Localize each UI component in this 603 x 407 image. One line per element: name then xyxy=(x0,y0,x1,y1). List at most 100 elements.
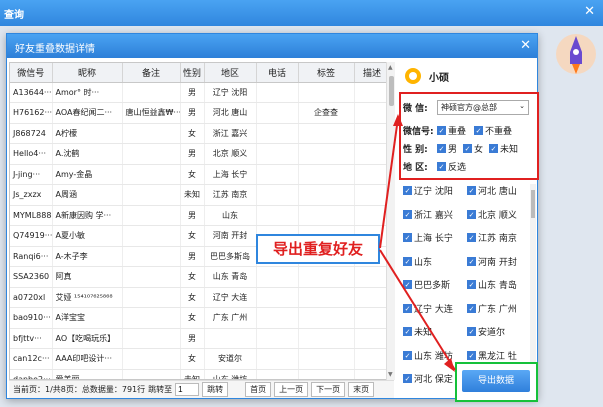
table-row[interactable]: MYML8888A新康因购 学··· 男山东 xyxy=(10,205,386,226)
table-row[interactable]: a0720xl 艾娅 ¹⁵⁴¹⁰⁷⁶²⁵⁸⁶⁸ 女辽宁 大连 xyxy=(10,287,386,308)
table-row[interactable]: Js_zxzx A周涵 未知 江苏 南京 xyxy=(10,184,386,206)
dialog-close-icon[interactable]: ✕ xyxy=(520,38,531,53)
region-checkbox[interactable]: ✓ xyxy=(403,327,412,336)
table-row[interactable]: can12c··· AAA印吧设计··· 女安道尔 xyxy=(10,348,386,370)
region-item[interactable]: ✓ 上海 长宁 xyxy=(403,231,453,244)
region-checkbox[interactable]: ✓ xyxy=(403,280,412,289)
region-label: 未知 xyxy=(414,328,433,338)
region-checkbox[interactable]: ✓ xyxy=(467,233,476,242)
first-page-button[interactable]: 首页 xyxy=(245,382,272,397)
region-item[interactable]: ✓ 黑龙江 牡 xyxy=(467,349,517,362)
region-checkbox[interactable]: ✓ xyxy=(403,374,412,383)
region-checkbox[interactable]: ✓ xyxy=(467,186,476,195)
table-row[interactable]: J-jing··· Amy-金晶 女上海 长宁 xyxy=(10,164,386,185)
table-scrollbar[interactable]: ▲ ▼ xyxy=(386,62,395,380)
region-label: 河南 开封 xyxy=(478,257,517,268)
table-cell: 艾娅 ¹⁵⁴¹⁰⁷⁶²⁵⁸⁶⁸ xyxy=(52,287,123,308)
column-header[interactable]: 地区 xyxy=(204,63,257,83)
region-checkbox[interactable]: ✓ xyxy=(467,280,476,289)
table-row[interactable]: H76162··· AOA春纪闻二··· 唐山恒益鑫₩··· 男河北 唐山 企查查 xyxy=(10,102,386,124)
region-item[interactable]: ✓ 山东 潍坊 xyxy=(403,349,453,362)
region-checkbox[interactable]: ✓ xyxy=(467,209,476,219)
table-cell xyxy=(256,328,299,349)
jump-button[interactable]: 跳转 xyxy=(202,382,229,397)
table-cell xyxy=(354,82,386,103)
region-label: 辽宁 大连 xyxy=(414,304,453,315)
export-data-button[interactable]: 导出数据 xyxy=(462,370,530,392)
region-checkbox[interactable]: ✓ xyxy=(403,209,412,219)
table-header: 微信号 昵称 备注 性别 地区 电话 标签 描述 xyxy=(10,63,386,83)
region-item[interactable]: ✓ 浙江 嘉兴 xyxy=(403,208,453,221)
region-checkbox[interactable]: ✓ xyxy=(403,233,412,242)
table-row[interactable]: bao910··· A洋宝宝 女广东 广州 xyxy=(10,307,386,329)
table-row[interactable]: J868724 A柠檬 女浙江 嘉兴 xyxy=(10,123,386,144)
table-cell: 男 xyxy=(180,328,205,349)
region-item[interactable]: ✓ 辽宁 大连 xyxy=(403,302,453,315)
next-page-button[interactable]: 下一页 xyxy=(311,382,346,397)
region-checkbox[interactable]: ✓ xyxy=(403,256,412,266)
region-checkbox[interactable]: ✓ xyxy=(467,327,476,336)
female-checkbox[interactable]: ✓ xyxy=(463,144,473,153)
column-header[interactable]: 标签 xyxy=(298,63,355,83)
column-header[interactable]: 备注 xyxy=(122,63,181,83)
table-cell xyxy=(256,307,299,329)
column-header[interactable]: 电话 xyxy=(256,63,299,83)
wechat-select[interactable]: 神硕官方@总部 ⌄ xyxy=(437,100,529,115)
region-checkbox[interactable]: ✓ xyxy=(403,303,412,313)
region-item[interactable]: ✓ 河北 保定 xyxy=(403,372,453,385)
male-checkbox[interactable]: ✓ xyxy=(437,144,446,153)
table-cell xyxy=(354,266,386,288)
region-item[interactable]: ✓ 河北 唐山 xyxy=(467,184,517,197)
table-cell: AO【吃喝玩乐】 xyxy=(52,328,123,349)
scroll-thumb[interactable] xyxy=(389,76,394,106)
overlap-checkbox[interactable]: ✓ xyxy=(437,126,446,135)
table-row[interactable]: Hello4··· A.沈鹤 男北京 顺义 xyxy=(10,143,386,165)
table-row[interactable]: A13644··· Amor° 时··· 男辽宁 沈阳 xyxy=(10,82,386,103)
region-checkbox[interactable]: ✓ xyxy=(403,186,412,195)
jump-label: 跳转至 xyxy=(148,385,173,394)
column-header[interactable]: 性别 xyxy=(180,63,205,83)
region-filter-row: 地 区: ✓ 反选 xyxy=(403,160,466,173)
table-cell xyxy=(204,328,257,349)
region-checkbox[interactable]: ✓ xyxy=(467,303,476,313)
scroll-down-icon[interactable]: ▼ xyxy=(388,371,393,378)
column-header[interactable]: 描述 xyxy=(354,63,386,83)
region-item[interactable]: ✓ 北京 顺义 xyxy=(467,208,517,221)
region-item[interactable]: ✓ 山东 xyxy=(403,255,432,268)
unknown-checkbox[interactable]: ✓ xyxy=(489,144,499,153)
overlap-label: 重叠 xyxy=(448,127,467,137)
table-cell xyxy=(256,287,299,308)
export-highlight-box: 导出数据 xyxy=(455,362,538,402)
scroll-up-icon[interactable]: ▲ xyxy=(388,64,393,71)
table-row[interactable]: danbo2··· 爱美丽 未知 山东 潍坊 xyxy=(10,369,386,379)
column-header[interactable]: 昵称 xyxy=(52,63,123,83)
table-cell: A.沈鹤 xyxy=(52,143,123,165)
region-item[interactable]: ✓ 巴巴多斯 xyxy=(403,278,450,291)
region-scroll-thumb[interactable] xyxy=(531,190,535,218)
column-header[interactable]: 微信号 xyxy=(10,63,53,83)
region-item[interactable]: ✓ 江苏 南京 xyxy=(467,231,517,244)
region-checkbox[interactable]: ✓ xyxy=(467,256,476,266)
region-checkbox[interactable]: ✓ xyxy=(403,350,412,360)
invert-checkbox[interactable]: ✓ xyxy=(437,162,446,171)
region-item[interactable]: ✓ 河南 开封 xyxy=(467,255,517,268)
region-item[interactable]: ✓ 辽宁 沈阳 xyxy=(403,184,453,197)
male-label: 男 xyxy=(448,145,458,155)
table-row[interactable]: SSA2360 阿真 女山东 青岛 xyxy=(10,266,386,288)
table-cell: 上海 长宁 xyxy=(204,164,257,185)
account-name: 小硕 xyxy=(429,72,449,84)
page-input[interactable] xyxy=(175,383,200,396)
region-label: 上海 长宁 xyxy=(414,234,453,244)
region-item[interactable]: ✓ 安道尔 xyxy=(467,325,505,338)
non-overlap-checkbox[interactable]: ✓ xyxy=(474,126,484,135)
prev-page-button[interactable]: 上一页 xyxy=(274,382,309,397)
table-cell: A洋宝宝 xyxy=(52,307,123,329)
last-page-button[interactable]: 末页 xyxy=(348,382,375,397)
table-cell: 江苏 南京 xyxy=(204,184,257,206)
main-close-icon[interactable]: ✕ xyxy=(584,4,595,19)
region-item[interactable]: ✓ 广东 广州 xyxy=(467,302,517,315)
table-row[interactable]: bfjttv··· AO【吃喝玩乐】 男 xyxy=(10,328,386,349)
region-item[interactable]: ✓ 山东 青岛 xyxy=(467,278,517,291)
region-item[interactable]: ✓ 未知 xyxy=(403,325,432,338)
region-checkbox[interactable]: ✓ xyxy=(467,350,476,360)
